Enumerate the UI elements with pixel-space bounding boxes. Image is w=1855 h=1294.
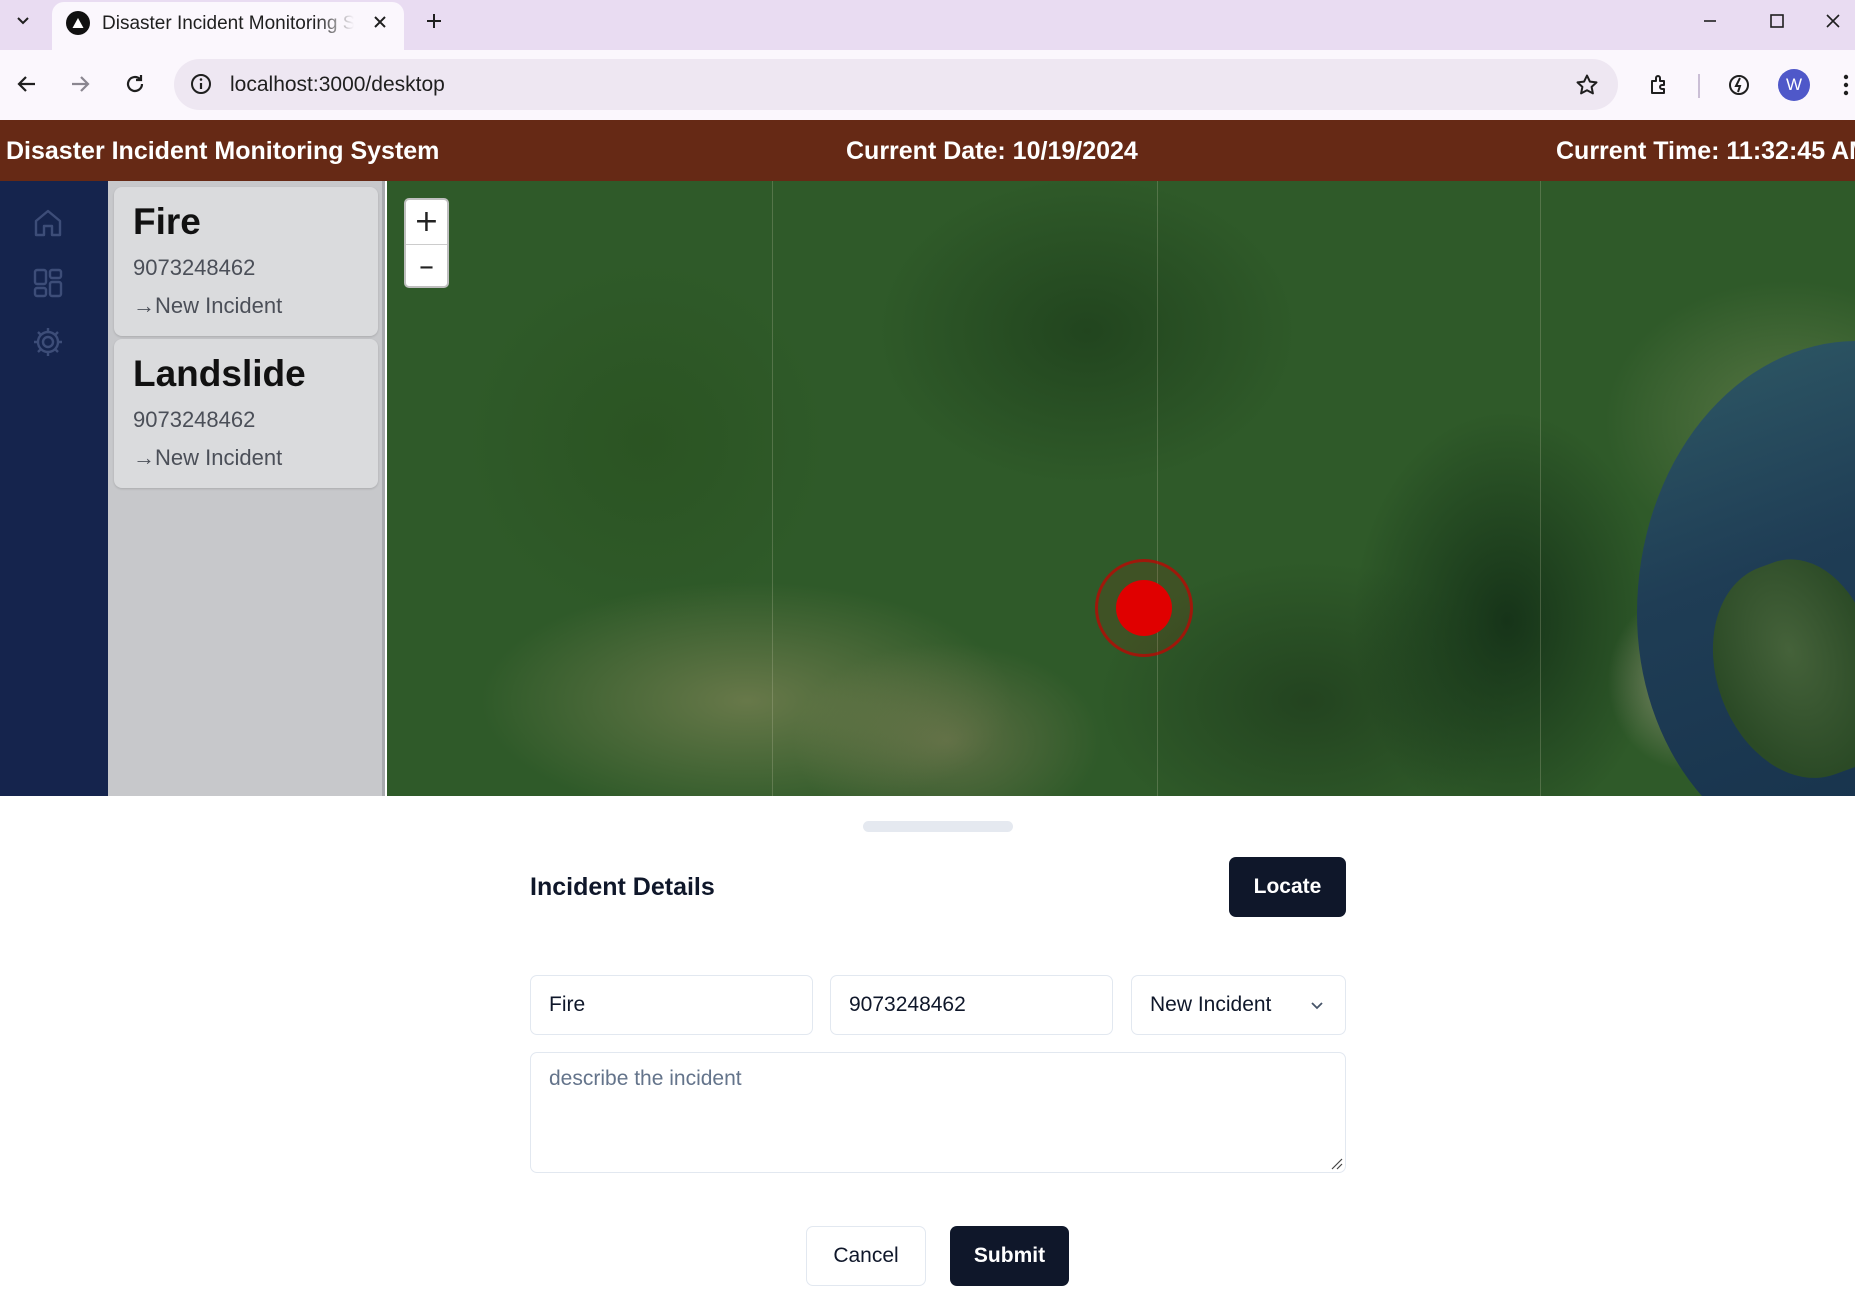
plus-icon bbox=[427, 14, 441, 28]
bookmark-star-icon[interactable] bbox=[1572, 70, 1602, 100]
drawer-handle[interactable] bbox=[863, 821, 1013, 832]
url-text[interactable]: localhost:3000/desktop bbox=[230, 73, 445, 97]
reload-icon bbox=[126, 75, 144, 93]
maximize-icon bbox=[1770, 14, 1784, 28]
tab-title: Disaster Incident Monitoring System bbox=[102, 13, 354, 34]
incident-type-input[interactable]: Fire bbox=[530, 975, 813, 1035]
incident-list-panel: Fire 9073248462 →New Incident Landslide … bbox=[108, 181, 385, 796]
incident-details-sheet: Incident Details Locate Fire 9073248462 … bbox=[0, 796, 1855, 1294]
resize-grip-icon[interactable] bbox=[1329, 1156, 1343, 1170]
app-favicon-icon bbox=[66, 11, 90, 35]
cancel-button[interactable]: Cancel bbox=[806, 1226, 926, 1286]
current-time: Current Time: 11:32:45 AM bbox=[1556, 137, 1855, 165]
minimize-icon bbox=[1704, 20, 1716, 22]
zoom-out-button[interactable]: – bbox=[406, 244, 447, 287]
browser-toolbar: localhost:3000/desktop bbox=[0, 50, 1855, 120]
zoom-in-button[interactable]: + bbox=[406, 200, 447, 243]
incident-type: Landslide bbox=[133, 353, 306, 394]
submit-button[interactable]: Submit bbox=[950, 1226, 1069, 1286]
chevron-down-icon bbox=[1311, 1002, 1323, 1010]
app-title: Disaster Incident Monitoring System bbox=[6, 137, 440, 165]
profile-avatar[interactable]: W bbox=[1778, 69, 1810, 101]
arrow-right-icon bbox=[72, 76, 90, 92]
toolbar-divider bbox=[1698, 74, 1700, 98]
map-tile-seam bbox=[1157, 181, 1158, 796]
incident-card-landslide[interactable]: Landslide 9073248462 →New Incident bbox=[114, 339, 378, 488]
side-navigation bbox=[0, 181, 108, 796]
description-placeholder: describe the incident bbox=[549, 1067, 742, 1090]
incident-status: →New Incident bbox=[133, 293, 283, 318]
extensions-icon[interactable] bbox=[1640, 65, 1680, 105]
browser-tab-bar: Disaster Incident Monitoring System bbox=[0, 0, 1855, 50]
reload-button[interactable] bbox=[115, 64, 155, 104]
browser-menu-icon[interactable] bbox=[1836, 65, 1855, 105]
tab-close-icon[interactable] bbox=[366, 8, 394, 36]
arrow-left-icon bbox=[17, 76, 35, 92]
address-bar[interactable]: localhost:3000/desktop bbox=[174, 59, 1618, 110]
incident-phone: 9073248462 bbox=[133, 407, 256, 432]
zoom-control: + – bbox=[404, 198, 449, 288]
status-select[interactable]: New Incident bbox=[1131, 975, 1346, 1035]
sheet-title: Incident Details bbox=[530, 873, 715, 901]
site-info-icon[interactable] bbox=[188, 71, 214, 97]
current-date: Current Date: 10/19/2024 bbox=[846, 137, 1138, 165]
minimize-button[interactable] bbox=[1676, 0, 1744, 42]
close-icon bbox=[1825, 14, 1840, 28]
satellite-map[interactable]: + – bbox=[387, 181, 1855, 796]
map-tile-seam bbox=[1540, 181, 1541, 796]
app-header: Disaster Incident Monitoring System Curr… bbox=[0, 120, 1855, 181]
description-textarea[interactable]: describe the incident bbox=[530, 1052, 1346, 1173]
map-tile-seam bbox=[772, 181, 773, 796]
performance-icon[interactable] bbox=[1719, 65, 1759, 105]
incident-type: Fire bbox=[133, 201, 201, 242]
locate-button[interactable]: Locate bbox=[1229, 857, 1346, 917]
close-window-button[interactable] bbox=[1810, 0, 1855, 42]
incident-card-fire[interactable]: Fire 9073248462 →New Incident bbox=[114, 187, 378, 336]
phone-number-input[interactable]: 9073248462 bbox=[830, 975, 1113, 1035]
browser-tab[interactable]: Disaster Incident Monitoring System bbox=[52, 2, 404, 50]
dashboard-icon[interactable] bbox=[28, 263, 68, 303]
new-tab-button[interactable] bbox=[418, 5, 450, 37]
maximize-button[interactable] bbox=[1743, 0, 1811, 42]
home-icon[interactable] bbox=[28, 203, 68, 243]
forward-button[interactable] bbox=[60, 64, 100, 104]
incident-phone: 9073248462 bbox=[133, 255, 256, 280]
tab-search-button[interactable] bbox=[6, 3, 40, 37]
settings-icon[interactable] bbox=[28, 322, 68, 362]
incident-marker[interactable] bbox=[1116, 580, 1172, 636]
status-select-value: New Incident bbox=[1150, 993, 1272, 1016]
back-button[interactable] bbox=[7, 64, 47, 104]
chevron-down-icon bbox=[17, 17, 29, 25]
incident-status: →New Incident bbox=[133, 445, 283, 470]
